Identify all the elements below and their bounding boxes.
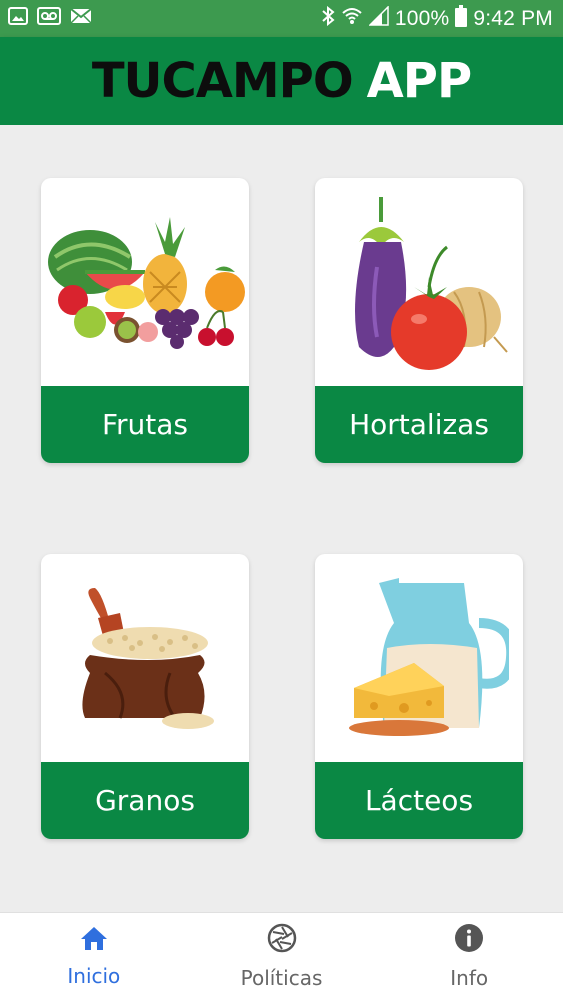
category-label: Granos: [41, 762, 249, 839]
battery-percentage: 100%: [394, 6, 450, 30]
nav-item-politicas[interactable]: Políticas: [188, 913, 376, 1000]
app-title-part1: TUCAMPO: [91, 53, 354, 109]
battery-icon: [455, 5, 468, 32]
category-card-granos[interactable]: Granos: [41, 554, 249, 839]
category-label: Frutas: [41, 386, 249, 463]
nav-item-inicio[interactable]: Inicio: [0, 913, 188, 1000]
home-icon: [80, 925, 108, 956]
bottom-navigation: Inicio Políticas Info: [0, 912, 563, 1000]
nav-item-info[interactable]: Info: [375, 913, 563, 1000]
nav-label: Políticas: [240, 966, 323, 990]
app-header: TUCAMPO APP: [0, 37, 563, 125]
category-card-hortalizas[interactable]: Hortalizas: [315, 178, 523, 463]
wifi-icon: [341, 6, 363, 31]
aperture-icon: [267, 923, 297, 958]
clock: 9:42 PM: [473, 6, 553, 30]
system-status: 100% 9:42 PM: [321, 5, 553, 32]
category-label: Lácteos: [315, 762, 523, 839]
vegetables-icon: [315, 178, 523, 386]
app-title-part2: APP: [366, 53, 473, 109]
fruits-icon: [41, 178, 249, 386]
voicemail-icon: [37, 7, 61, 30]
status-bar: 100% 9:42 PM: [0, 0, 563, 37]
category-label: Hortalizas: [315, 386, 523, 463]
category-card-frutas[interactable]: Frutas: [41, 178, 249, 463]
info-icon: [454, 923, 484, 958]
milk-cheese-icon: [315, 554, 523, 762]
mail-icon: [70, 7, 92, 30]
app-title: TUCAMPO APP: [91, 53, 473, 109]
grain-sack-icon: [41, 554, 249, 762]
notification-icons: [8, 7, 92, 30]
nav-label: Info: [450, 966, 489, 990]
bluetooth-icon: [321, 5, 335, 31]
nav-label: Inicio: [67, 964, 121, 988]
signal-icon: [368, 5, 389, 31]
category-grid: Frutas Hortalizas Granos Lácteos: [0, 125, 563, 912]
category-card-lacteos[interactable]: Lácteos: [315, 554, 523, 839]
image-icon: [8, 7, 28, 30]
